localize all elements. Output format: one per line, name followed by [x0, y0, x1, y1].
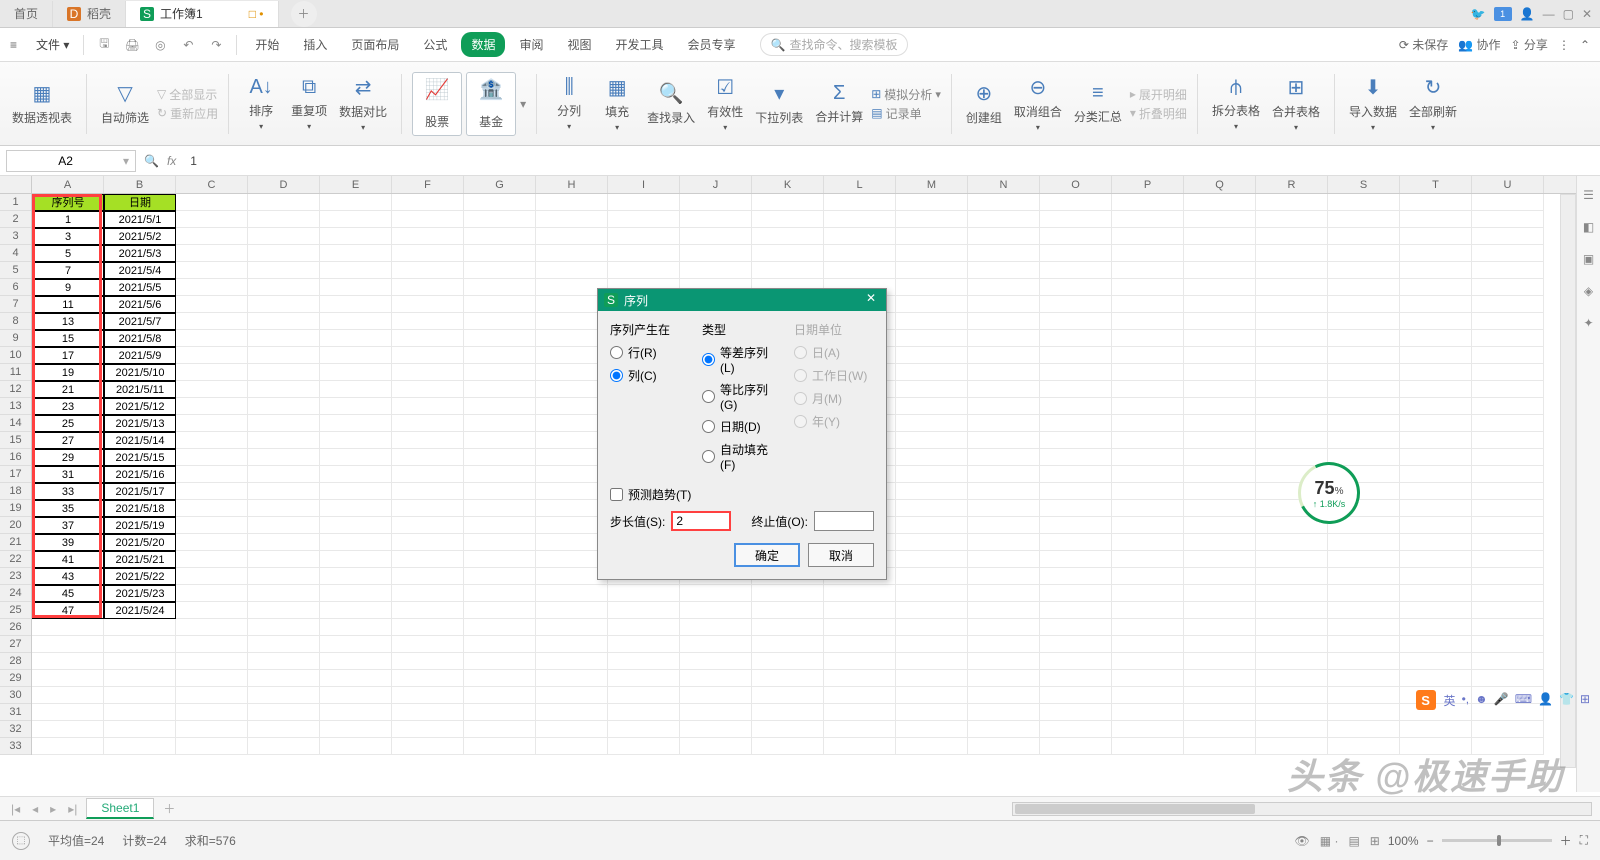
radio-autofill[interactable]: 自动填充(F): [702, 441, 782, 472]
radio-row[interactable]: 行(R): [610, 344, 690, 361]
radio-year: 年(Y): [794, 413, 874, 430]
watermark: 头条 @极速手助: [1287, 748, 1564, 800]
series-dialog: S 序列 ✕ 序列产生在 行(R) 列(C) 类型 等差序列(L) 等比序列(G…: [597, 288, 887, 580]
radio-geo[interactable]: 等比序列(G): [702, 381, 782, 412]
chk-trend[interactable]: 预测趋势(T): [610, 486, 874, 503]
dialog-close-button[interactable]: ✕: [862, 291, 880, 309]
radio-arith[interactable]: 等差序列(L): [702, 344, 782, 375]
dialog-title: 序列: [624, 292, 648, 309]
radio-month: 月(M): [794, 390, 874, 407]
end-input[interactable]: [814, 511, 874, 531]
ok-button[interactable]: 确定: [734, 543, 800, 567]
step-label: 步长值(S):: [610, 513, 665, 530]
radio-weekday: 工作日(W): [794, 367, 874, 384]
radio-col[interactable]: 列(C): [610, 367, 690, 384]
cancel-button[interactable]: 取消: [808, 543, 874, 567]
step-input[interactable]: [671, 511, 731, 531]
dialog-backdrop: S 序列 ✕ 序列产生在 行(R) 列(C) 类型 等差序列(L) 等比序列(G…: [0, 0, 1600, 860]
radio-day: 日(A): [794, 344, 874, 361]
dialog-icon: S: [604, 293, 618, 307]
group-series-in: 序列产生在 行(R) 列(C): [610, 321, 690, 478]
group-type: 类型 等差序列(L) 等比序列(G) 日期(D) 自动填充(F): [702, 321, 782, 478]
end-label: 终止值(O):: [751, 513, 808, 530]
group-date-unit: 日期单位 日(A) 工作日(W) 月(M) 年(Y): [794, 321, 874, 478]
radio-date[interactable]: 日期(D): [702, 418, 782, 435]
dialog-titlebar[interactable]: S 序列 ✕: [598, 289, 886, 311]
